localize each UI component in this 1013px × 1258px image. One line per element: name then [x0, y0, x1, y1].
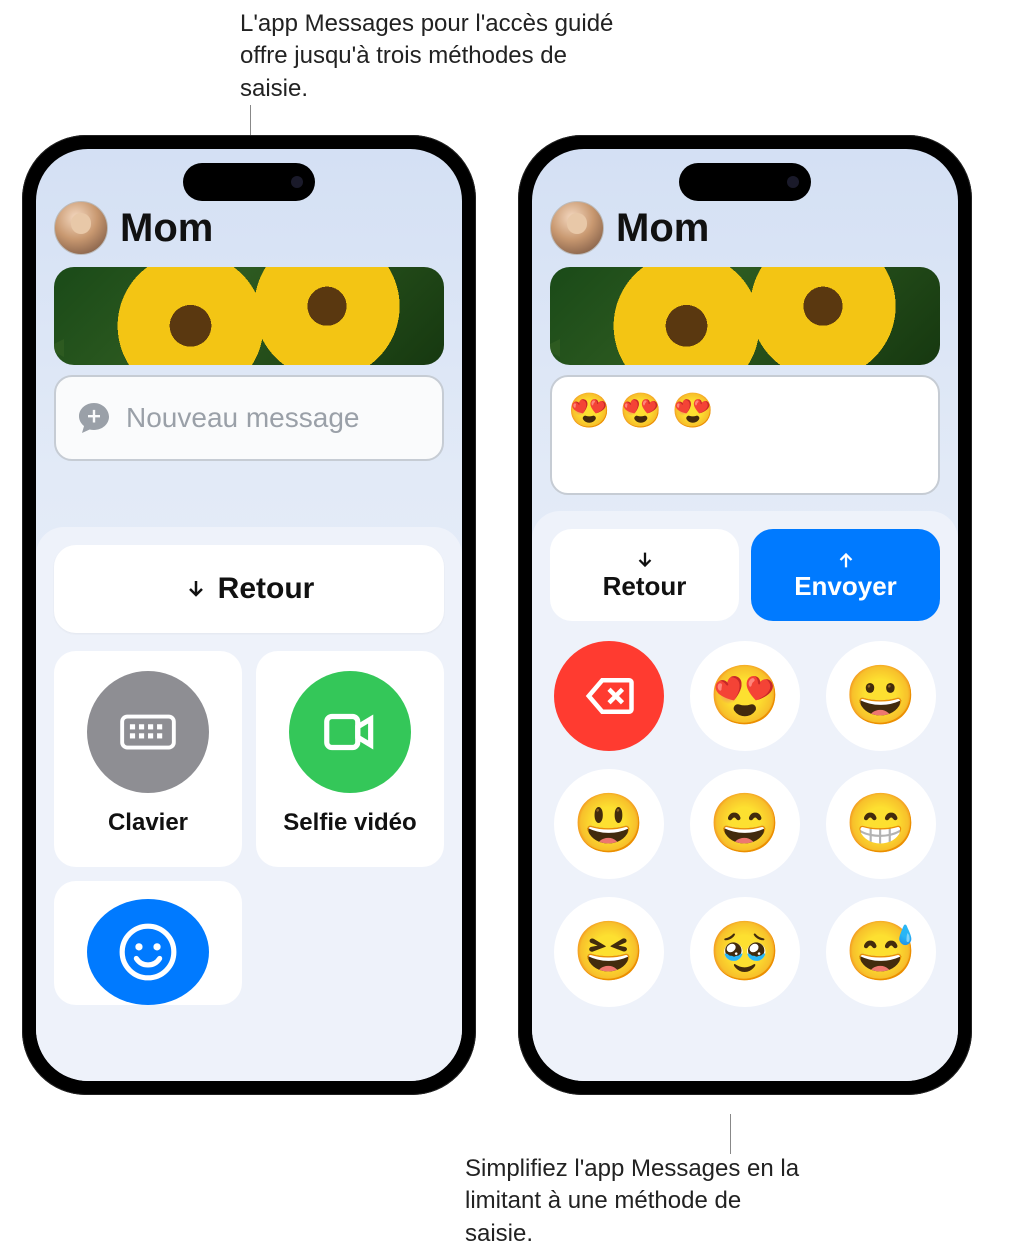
received-photo-message[interactable]	[550, 267, 940, 365]
emoji-key[interactable]: 😍	[690, 641, 800, 751]
dynamic-island	[183, 163, 315, 201]
backspace-icon	[582, 669, 636, 723]
contact-name: Mom	[120, 206, 213, 251]
screen-right: Mom 😍 😍 😍 Retour	[532, 149, 958, 1081]
action-row: Retour Envoyer	[550, 529, 940, 621]
compose-box[interactable]: 😍 😍 😍	[550, 375, 940, 495]
caption-top: L'app Messages pour l'accès guidé offre …	[240, 8, 620, 105]
contact-name: Mom	[616, 206, 709, 251]
send-label: Envoyer	[794, 571, 897, 602]
emoji-icon-circle	[87, 899, 209, 1005]
keyboard-icon	[117, 701, 179, 763]
emoji-key[interactable]: 😄	[690, 769, 800, 879]
input-method-grid: Clavier Selfie vidéo	[54, 651, 444, 1005]
video-selfie-option[interactable]: Selfie vidéo	[256, 651, 444, 867]
send-button[interactable]: Envoyer	[751, 529, 940, 621]
message-plus-icon	[76, 400, 112, 436]
lower-panel: Retour Clavier	[36, 527, 462, 1081]
video-icon	[319, 701, 381, 763]
return-button[interactable]: Retour	[54, 545, 444, 633]
keyboard-option[interactable]: Clavier	[54, 651, 242, 867]
video-label: Selfie vidéo	[283, 809, 416, 837]
emoji-key[interactable]: 🥹	[690, 897, 800, 1007]
video-icon-circle	[289, 671, 411, 793]
caption-bottom: Simplifiez l'app Messages en la limitant…	[465, 1153, 805, 1250]
screen-left: Mom Nouveau message Retour	[36, 149, 462, 1081]
phones-row: Mom Nouveau message Retour	[22, 135, 972, 1095]
phone-right: Mom 😍 😍 😍 Retour	[518, 135, 972, 1095]
emoji-key[interactable]: 😃	[554, 769, 664, 879]
emoji-key[interactable]: 😀	[826, 641, 936, 751]
callout-line	[250, 105, 251, 135]
new-message-placeholder: Nouveau message	[126, 402, 359, 434]
arrow-down-icon	[184, 577, 208, 601]
phone-left: Mom Nouveau message Retour	[22, 135, 476, 1095]
keyboard-label: Clavier	[108, 809, 188, 837]
smiley-icon	[117, 921, 179, 983]
emoji-key[interactable]: 😁	[826, 769, 936, 879]
new-message-input[interactable]: Nouveau message	[54, 375, 444, 461]
return-label: Retour	[603, 571, 687, 602]
avatar[interactable]	[550, 201, 604, 255]
emoji-grid: 😍 😀 😃 😄 😁 😆 🥹 😅	[550, 641, 940, 1007]
avatar[interactable]	[54, 201, 108, 255]
arrow-up-icon	[835, 549, 857, 571]
arrow-down-icon	[634, 549, 656, 571]
delete-key[interactable]	[554, 641, 664, 751]
compose-value: 😍 😍 😍	[568, 392, 714, 430]
callout-line	[730, 1114, 731, 1154]
return-label: Retour	[218, 572, 315, 606]
emoji-key[interactable]: 😅	[826, 897, 936, 1007]
emoji-option-partial[interactable]	[54, 881, 242, 1005]
keyboard-icon-circle	[87, 671, 209, 793]
received-photo-message[interactable]	[54, 267, 444, 365]
return-button[interactable]: Retour	[550, 529, 739, 621]
emoji-key[interactable]: 😆	[554, 897, 664, 1007]
lower-panel: Retour Envoyer	[532, 511, 958, 1081]
dynamic-island	[679, 163, 811, 201]
